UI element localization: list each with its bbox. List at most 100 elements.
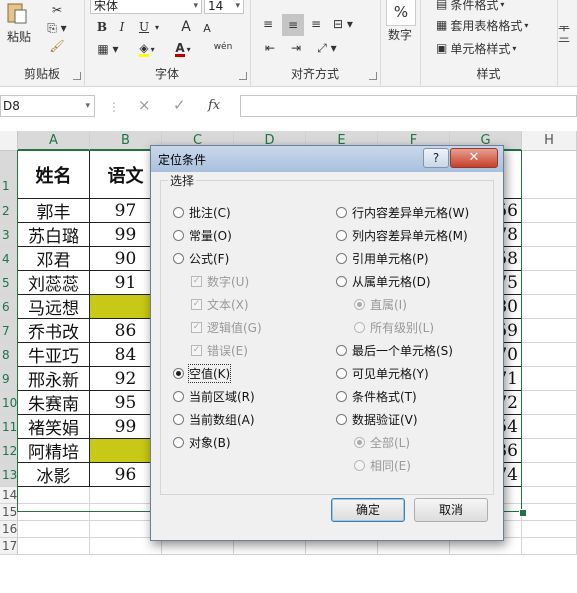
clipboard-launcher-icon[interactable] xyxy=(73,72,81,80)
font-launcher-icon[interactable] xyxy=(239,72,247,80)
name-cell[interactable]: 苏白璐 xyxy=(18,223,90,247)
row-header-13[interactable]: 13 xyxy=(0,463,18,487)
grid-cell[interactable] xyxy=(522,415,577,439)
fill-handle[interactable] xyxy=(519,509,527,517)
row-header-1[interactable]: 1 xyxy=(0,151,18,199)
name-cell[interactable]: 阿精培 xyxy=(18,439,90,463)
grid-cell[interactable] xyxy=(18,521,90,538)
row-header-16[interactable]: 16 xyxy=(0,521,18,538)
cancel-button[interactable]: 取消 xyxy=(414,498,488,522)
number-format-button[interactable]: 数字 xyxy=(380,26,420,42)
merge-center-icon[interactable]: ⊟ ▾ xyxy=(330,16,356,32)
option-right-3[interactable]: 从属单元格(D) xyxy=(336,273,431,290)
radio-icon[interactable] xyxy=(336,276,347,287)
row-header-3[interactable]: 3 xyxy=(0,223,18,247)
grid-cell[interactable] xyxy=(522,521,577,538)
border-icon[interactable]: ▦ ▾ xyxy=(94,40,122,58)
paste-icon[interactable] xyxy=(4,0,30,26)
name-cell[interactable]: 郭丰 xyxy=(18,199,90,223)
row-header-4[interactable]: 4 xyxy=(0,247,18,271)
radio-icon[interactable] xyxy=(173,207,184,218)
name-cell[interactable]: 邓君 xyxy=(18,247,90,271)
option-left-2[interactable]: 公式(F) xyxy=(173,250,229,267)
radio-icon[interactable] xyxy=(173,391,184,402)
row-header-14[interactable]: 14 xyxy=(0,487,18,504)
option-right-6[interactable]: 最后一个单元格(S) xyxy=(336,342,453,359)
phonetic-button[interactable]: wén xyxy=(208,38,238,56)
grid-cell[interactable] xyxy=(522,319,577,343)
radio-icon[interactable] xyxy=(173,437,184,448)
option-left-10[interactable]: 对象(B) xyxy=(173,434,231,451)
radio-icon[interactable] xyxy=(336,207,347,218)
cells-button[interactable]: 单元 xyxy=(558,26,577,42)
ok-button[interactable]: 确定 xyxy=(331,498,405,522)
cut-icon[interactable]: ✂ xyxy=(37,2,77,18)
cell-styles-button[interactable]: ▣ 单元格样式 ▾ xyxy=(436,40,556,56)
grid-cell[interactable] xyxy=(522,463,577,487)
chevron-down-icon[interactable]: ▾ xyxy=(152,18,162,36)
row-header-6[interactable]: 6 xyxy=(0,295,18,319)
row-header-9[interactable]: 9 xyxy=(0,367,18,391)
underline-button[interactable]: U xyxy=(136,18,152,36)
name-cell[interactable]: 刘蕊蕊 xyxy=(18,271,90,295)
copy-icon[interactable]: ⎘ ▾ xyxy=(37,20,77,36)
option-right-8[interactable]: 条件格式(T) xyxy=(336,388,417,405)
grid-cell[interactable] xyxy=(522,271,577,295)
name-cell[interactable]: 马远想 xyxy=(18,295,90,319)
name-cell[interactable]: 褚笑娟 xyxy=(18,415,90,439)
option-left-8[interactable]: 当前区域(R) xyxy=(173,388,255,405)
grid-cell[interactable] xyxy=(522,295,577,319)
align-left-icon[interactable]: ≡ xyxy=(260,16,276,32)
name-cell[interactable]: 朱赛南 xyxy=(18,391,90,415)
increase-indent-icon[interactable]: ⇥ xyxy=(286,40,306,56)
radio-icon[interactable] xyxy=(336,345,347,356)
header-cell[interactable]: 姓名 xyxy=(18,151,90,199)
grid-cell[interactable] xyxy=(522,343,577,367)
name-cell[interactable]: 牛亚巧 xyxy=(18,343,90,367)
format-painter-icon[interactable]: 🖌 xyxy=(37,38,77,54)
grid-cell[interactable] xyxy=(522,538,577,555)
name-box[interactable]: D8 ▾ xyxy=(0,95,95,117)
grid-cell[interactable] xyxy=(522,247,577,271)
name-cell[interactable]: 冰影 xyxy=(18,463,90,487)
grow-font-button[interactable]: A xyxy=(178,18,194,36)
formula-input[interactable] xyxy=(240,95,577,117)
option-right-2[interactable]: 引用单元格(P) xyxy=(336,250,429,267)
format-as-table-button[interactable]: ▦ 套用表格格式 ▾ xyxy=(436,17,556,33)
grid-cell[interactable] xyxy=(522,223,577,247)
row-header-15[interactable]: 15 xyxy=(0,504,18,521)
row-header-7[interactable]: 7 xyxy=(0,319,18,343)
font-name-combo[interactable]: 宋体 ▾ xyxy=(90,0,202,14)
radio-icon[interactable] xyxy=(336,391,347,402)
row-header-5[interactable]: 5 xyxy=(0,271,18,295)
dialog-titlebar[interactable]: 定位条件 ? ✕ xyxy=(151,146,503,172)
conditional-format-button[interactable]: ▤ 条件格式 ▾ xyxy=(436,0,556,12)
shrink-font-button[interactable]: A xyxy=(200,20,214,36)
help-button[interactable]: ? xyxy=(423,148,449,168)
grid-cell[interactable] xyxy=(522,439,577,463)
grid-cell[interactable] xyxy=(522,391,577,415)
radio-icon[interactable] xyxy=(336,414,347,425)
grid-cell[interactable] xyxy=(18,504,90,521)
orientation-icon[interactable]: ⤢ ▾ xyxy=(312,40,342,56)
font-color-icon[interactable]: A ▾ xyxy=(170,40,196,58)
row-header-12[interactable]: 12 xyxy=(0,439,18,463)
grid-cell[interactable] xyxy=(18,538,90,555)
radio-icon[interactable] xyxy=(336,253,347,264)
grid-cell[interactable] xyxy=(522,151,577,199)
grid-cell[interactable] xyxy=(522,504,577,521)
alignment-launcher-icon[interactable] xyxy=(369,72,377,80)
name-cell[interactable]: 邢永新 xyxy=(18,367,90,391)
decrease-indent-icon[interactable]: ⇤ xyxy=(260,40,280,56)
insert-function-button[interactable]: fx xyxy=(208,98,220,113)
bold-button[interactable]: B xyxy=(94,18,110,36)
option-left-7[interactable]: 空值(K) xyxy=(173,364,232,383)
option-right-9[interactable]: 数据验证(V) xyxy=(336,411,418,428)
font-size-combo[interactable]: 14 ▾ xyxy=(204,0,244,14)
row-header-17[interactable]: 17 xyxy=(0,538,18,555)
row-header-2[interactable]: 2 xyxy=(0,199,18,223)
paste-button[interactable]: 粘贴 xyxy=(2,28,36,44)
radio-icon[interactable] xyxy=(173,230,184,241)
option-left-9[interactable]: 当前数组(A) xyxy=(173,411,255,428)
option-left-1[interactable]: 常量(O) xyxy=(173,227,232,244)
